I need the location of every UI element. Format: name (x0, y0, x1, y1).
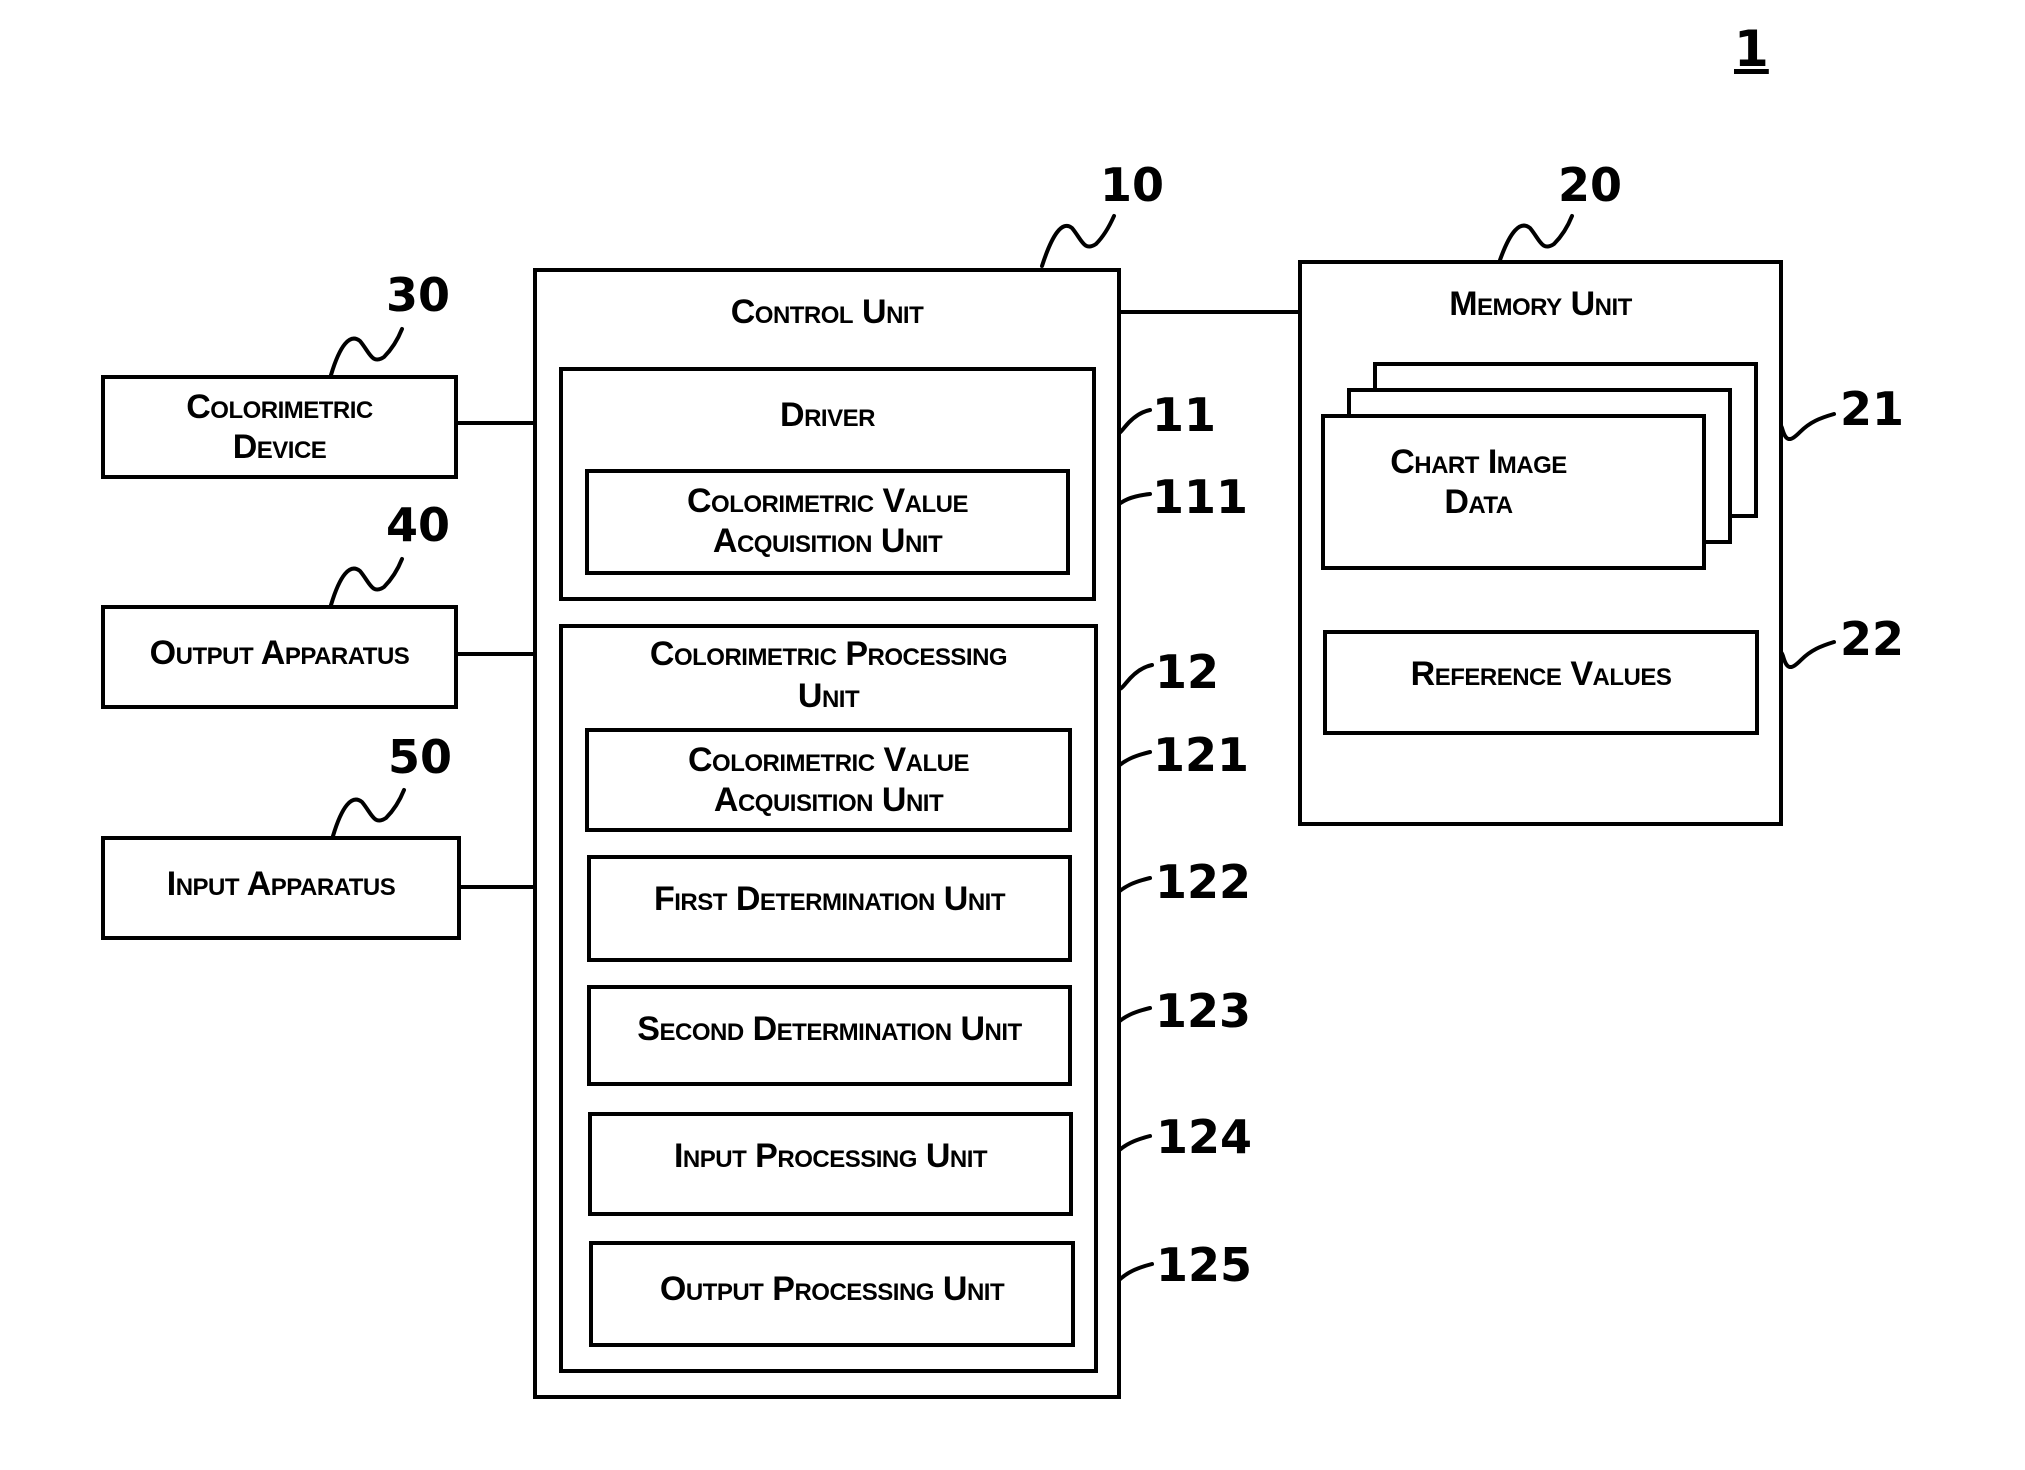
driver-colorimetric-value-acquisition-unit-box: Colorimetric Value Acquisition Unit (585, 469, 1070, 575)
chart-image-data-label-line1: Chart Image (1390, 443, 1567, 481)
input-processing-unit-label: Input Processing Unit (673, 1137, 988, 1175)
leader-10 (1040, 214, 1116, 268)
input-apparatus-box: Input Apparatus (101, 836, 461, 940)
ref-124: 124 (1156, 1110, 1253, 1164)
second-determination-unit-box: Second Determination Unit (587, 985, 1072, 1086)
figure-number: 1 (1734, 20, 1769, 78)
cpu-cvau-label-line2: Acquisition Unit (713, 781, 944, 819)
output-processing-unit-label: Output Processing Unit (659, 1270, 1005, 1308)
chart-image-data-box: Chart Image Data (1321, 414, 1706, 570)
output-apparatus-box: Output Apparatus (101, 605, 458, 709)
driver-title: Driver (780, 396, 875, 434)
memory-unit-title: Memory Unit (1449, 285, 1632, 323)
cpu-title-line1: Colorimetric Processing (649, 635, 1008, 673)
ref-50: 50 (388, 730, 453, 784)
driver-cvau-label-line1: Colorimetric Value (687, 482, 969, 520)
output-apparatus-label: Output Apparatus (149, 634, 410, 672)
leader-40 (329, 557, 404, 607)
ref-123: 123 (1155, 984, 1252, 1038)
ref-40: 40 (386, 498, 451, 552)
reference-values-box: Reference Values (1323, 630, 1759, 735)
ref-22: 22 (1840, 612, 1905, 666)
first-determination-unit-box: First Determination Unit (587, 855, 1072, 962)
leader-20 (1498, 214, 1574, 262)
input-processing-unit-box: Input Processing Unit (588, 1112, 1073, 1216)
chart-image-data-label-line2: Data (1444, 483, 1513, 521)
ref-20: 20 (1558, 158, 1623, 212)
cpu-colorimetric-value-acquisition-unit-box: Colorimetric Value Acquisition Unit (585, 728, 1072, 832)
colorimetric-device-label-line2: Device (232, 428, 327, 466)
input-apparatus-label: Input Apparatus (166, 865, 396, 903)
cpu-cvau-label-line1: Colorimetric Value (688, 741, 970, 779)
leader-50 (331, 788, 406, 838)
ref-111: 111 (1152, 470, 1249, 524)
cpu-title-line2: Unit (797, 677, 860, 715)
ref-12: 12 (1155, 645, 1220, 699)
control-unit-title: Control Unit (730, 293, 924, 331)
colorimetric-device-box: Colorimetric Device (101, 375, 458, 479)
ref-122: 122 (1155, 855, 1252, 909)
ref-11: 11 (1152, 388, 1217, 442)
colorimetric-device-label-line1: Colorimetric (186, 388, 373, 426)
ref-21: 21 (1840, 382, 1905, 436)
output-processing-unit-box: Output Processing Unit (589, 1241, 1075, 1347)
ref-125: 125 (1156, 1238, 1253, 1292)
ref-30: 30 (386, 268, 451, 322)
ref-10: 10 (1100, 158, 1165, 212)
leader-30 (329, 327, 404, 377)
ref-121: 121 (1153, 728, 1250, 782)
reference-values-label: Reference Values (1410, 655, 1672, 693)
first-determination-unit-label: First Determination Unit (654, 880, 1005, 918)
driver-cvau-label-line2: Acquisition Unit (712, 522, 943, 560)
second-determination-unit-label: Second Determination Unit (637, 1010, 1022, 1048)
